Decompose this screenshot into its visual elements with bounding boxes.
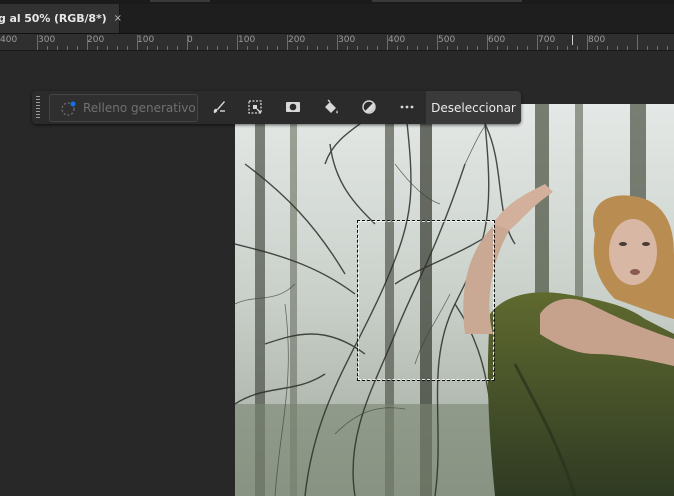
- ruler-tick: [147, 46, 148, 50]
- brush-icon[interactable]: [210, 98, 228, 116]
- ruler-label: 200: [87, 35, 105, 45]
- ruler-tick: [377, 46, 378, 50]
- ruler-tick: [167, 46, 168, 50]
- generative-fill-button[interactable]: Relleno generativo: [49, 94, 198, 122]
- ruler-tick: [647, 46, 648, 50]
- ruler-tick: [557, 46, 558, 50]
- contextual-task-bar: Relleno generativo Deseleccionar: [32, 91, 521, 124]
- ruler-tick: [177, 46, 178, 50]
- ruler-tick: [407, 46, 408, 50]
- horizontal-ruler: 400 300 200 100 0 100 200 300 400 500 60…: [0, 34, 674, 51]
- ruler-tick: [207, 46, 208, 50]
- selection-marquee[interactable]: [357, 220, 495, 381]
- ruler-label: 100: [137, 35, 155, 45]
- more-icon[interactable]: [398, 98, 416, 116]
- ruler-tick: [587, 35, 588, 50]
- ruler-tick: [247, 46, 248, 50]
- ruler-tick: [347, 46, 348, 50]
- ruler-label: 700: [538, 35, 556, 45]
- ruler-tick: [507, 46, 508, 50]
- ruler-tick: [357, 46, 358, 50]
- ruler-tick: [197, 46, 198, 50]
- transform-selection-icon[interactable]: [246, 98, 264, 116]
- ruler-tick: [337, 35, 338, 50]
- ruler-label: 300: [38, 35, 56, 45]
- ruler-tick: [527, 46, 528, 50]
- ruler-tick: [257, 46, 258, 50]
- ruler-tick: [547, 46, 548, 50]
- ruler-tick: [97, 46, 98, 50]
- ruler-label: 100: [238, 35, 256, 45]
- ruler-tick: [367, 46, 368, 50]
- ruler-tick: [427, 46, 428, 50]
- ruler-label: 400: [0, 35, 18, 45]
- ruler-tick: [497, 46, 498, 50]
- close-icon[interactable]: ×: [114, 13, 122, 24]
- document-tab-title: g al 50% (RGB/8*): [0, 12, 107, 25]
- ruler-tick: [457, 46, 458, 50]
- ruler-tick: [467, 46, 468, 50]
- ruler-label: 500: [438, 35, 456, 45]
- fill-bucket-icon[interactable]: [322, 98, 340, 116]
- ruler-tick: [277, 46, 278, 50]
- ruler-tick: [67, 46, 68, 50]
- ruler-cursor-marker: [572, 35, 573, 45]
- ruler-tick: [127, 46, 128, 50]
- ruler-label: 800: [588, 35, 606, 45]
- ruler-tick: [437, 35, 438, 50]
- ruler-tick: [397, 46, 398, 50]
- ruler-tick: [47, 46, 48, 50]
- ruler-tick: [477, 46, 478, 50]
- document-tab[interactable]: g al 50% (RGB/8*) ×: [0, 4, 122, 33]
- ruler-tick: [487, 35, 488, 50]
- ruler-tick: [597, 46, 598, 50]
- ruler-tick: [157, 46, 158, 50]
- ruler-tick: [577, 46, 578, 50]
- ruler-tick: [617, 46, 618, 50]
- ruler-tick: [667, 46, 668, 50]
- ruler-tick: [297, 46, 298, 50]
- ruler-tick: [87, 35, 88, 50]
- ruler-tick: [447, 46, 448, 50]
- ruler-tick: [637, 35, 638, 50]
- ruler-tick: [537, 35, 538, 50]
- mask-icon[interactable]: [284, 98, 302, 116]
- ruler-label: 600: [488, 35, 506, 45]
- ruler-tick: [37, 35, 38, 50]
- generative-fill-label: Relleno generativo: [83, 101, 196, 115]
- ruler-tick: [217, 46, 218, 50]
- ruler-label: 200: [288, 35, 306, 45]
- ruler-tick: [327, 46, 328, 50]
- ruler-tick: [117, 46, 118, 50]
- ruler-tick: [307, 46, 308, 50]
- generative-fill-icon: [61, 101, 76, 116]
- drag-handle-icon[interactable]: [36, 96, 40, 119]
- ruler-tick: [267, 46, 268, 50]
- document-tab-bar: g al 50% (RGB/8*) ×: [0, 4, 674, 34]
- deselect-button[interactable]: Deseleccionar: [426, 91, 521, 124]
- ruler-label: 400: [388, 35, 406, 45]
- ruler-tick: [627, 46, 628, 50]
- ruler-label: 300: [338, 35, 356, 45]
- ruler-tick: [417, 46, 418, 50]
- adjustment-icon[interactable]: [360, 98, 378, 116]
- ruler-tick: [517, 46, 518, 50]
- ruler-tick: [137, 35, 138, 50]
- ruler-tick: [287, 35, 288, 50]
- ruler-tick: [227, 46, 228, 50]
- ruler-tick: [387, 35, 388, 50]
- ruler-tick: [77, 46, 78, 50]
- ruler-tick: [107, 46, 108, 50]
- ruler-tick: [237, 35, 238, 50]
- ruler-tick: [567, 46, 568, 50]
- ruler-tick: [57, 46, 58, 50]
- ruler-tick: [657, 46, 658, 50]
- ruler-tick: [607, 46, 608, 50]
- ruler-tick: [187, 35, 188, 50]
- ruler-tick: [317, 46, 318, 50]
